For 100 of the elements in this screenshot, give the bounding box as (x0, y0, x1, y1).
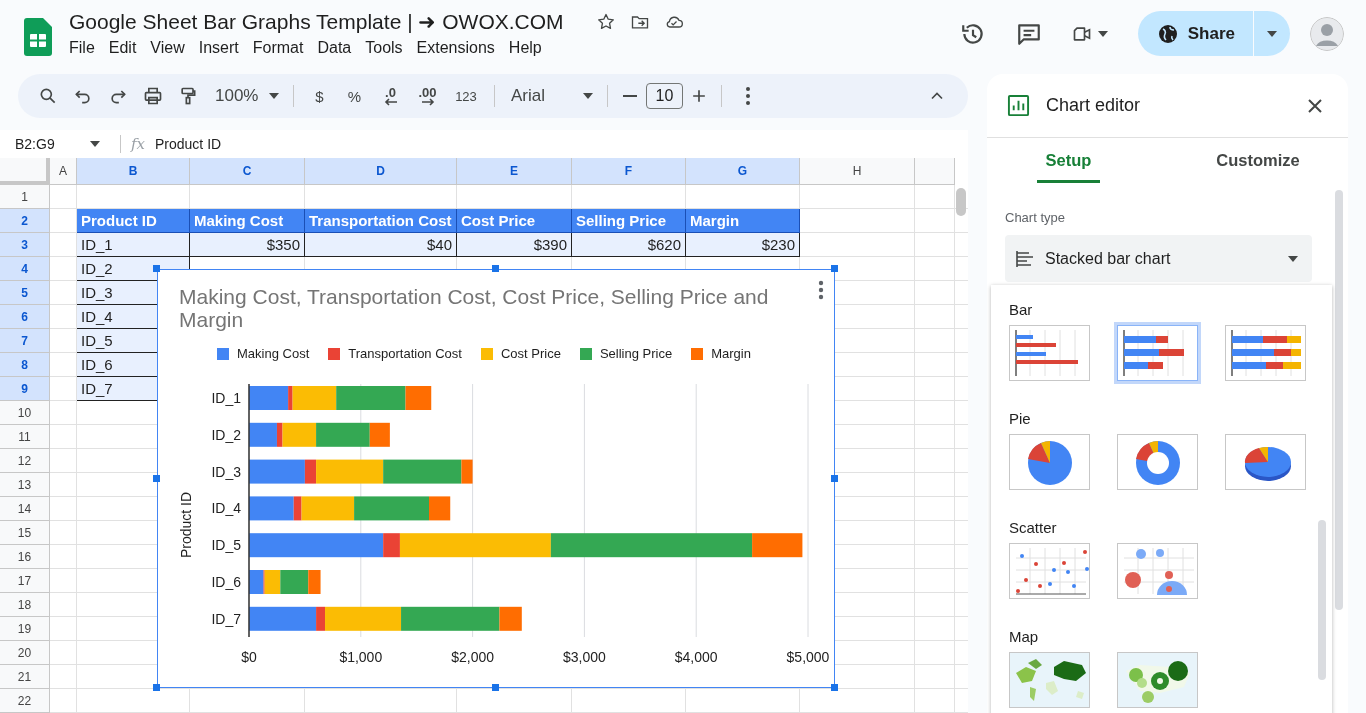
row-number[interactable]: 14 (0, 497, 50, 521)
legend-label: Cost Price (500, 346, 561, 361)
category-label: ID_5 (211, 537, 241, 554)
tab[interactable]: Setup (1037, 138, 1100, 183)
row-number[interactable]: 18 (0, 593, 50, 617)
category-label: ID_6 (211, 574, 241, 590)
legend-label: Margin (711, 346, 751, 361)
menu-item[interactable]: Extensions (409, 37, 502, 59)
resize-handle[interactable] (153, 265, 160, 272)
resize-handle[interactable] (153, 684, 160, 691)
menu-item[interactable]: View (143, 37, 192, 59)
row-number[interactable]: 13 (0, 473, 50, 497)
chart[interactable] (157, 269, 835, 688)
row-number[interactable]: 3 (0, 233, 50, 257)
row-number[interactable]: 10 (0, 401, 50, 425)
chart-type-option[interactable] (1117, 325, 1198, 381)
category-label: ID_7 (211, 610, 241, 627)
font-dropdown[interactable]: Arial (503, 80, 599, 112)
column-header[interactable]: D (305, 158, 457, 185)
menu-item[interactable]: File (62, 37, 102, 59)
zoom-dropdown[interactable]: 100% (205, 80, 285, 112)
resize-handle[interactable] (492, 265, 499, 272)
column-header[interactable]: G (686, 158, 800, 185)
row-number[interactable]: 7 (0, 329, 50, 353)
row-number[interactable]: 11 (0, 425, 50, 449)
menu-item[interactable]: Insert (191, 37, 246, 59)
scrollbar-thumb[interactable] (1335, 190, 1343, 610)
row-number[interactable]: 12 (0, 449, 50, 473)
caret-icon (583, 93, 593, 99)
font-size-field[interactable]: 10 (646, 83, 683, 109)
chart-type-option[interactable] (1009, 434, 1090, 490)
table-cell: $390 (457, 233, 572, 257)
caret-icon (269, 93, 279, 99)
axis-title: Product ID (178, 491, 194, 559)
increase-decimal-button[interactable]: .00 (409, 80, 446, 112)
row-number[interactable]: 20 (0, 641, 50, 665)
scrollbar-thumb[interactable] (1318, 520, 1326, 680)
row-number[interactable]: 8 (0, 353, 50, 377)
tick-label: $2,000 (451, 649, 494, 665)
row-number[interactable]: 19 (0, 617, 50, 641)
resize-handle[interactable] (153, 475, 160, 482)
chart-type-option[interactable] (1117, 434, 1198, 490)
chart-type-option[interactable] (1009, 325, 1090, 381)
row-number[interactable]: 1 (0, 185, 50, 209)
column-header[interactable]: A (50, 158, 77, 185)
chart-type-option[interactable] (1117, 543, 1198, 599)
table-cell: ID_1 (77, 233, 190, 257)
table-header-cell: Product ID (77, 209, 190, 233)
menu-item[interactable]: Help (501, 37, 549, 59)
resize-handle[interactable] (492, 684, 499, 691)
more-formats-button[interactable]: 123 (446, 80, 486, 112)
column-header[interactable]: E (457, 158, 572, 185)
menu-item[interactable]: Edit (101, 37, 144, 59)
avatar[interactable] (1310, 16, 1344, 51)
column-header[interactable]: F (572, 158, 686, 185)
tick-label: $1,000 (339, 649, 383, 665)
legend-label: Making Cost (237, 346, 310, 361)
formula-input[interactable]: Product ID (155, 136, 222, 152)
menu-item[interactable]: Format (245, 37, 311, 59)
caret-icon (1267, 30, 1277, 37)
column-header[interactable]: C (190, 158, 305, 185)
row-number[interactable]: 4 (0, 257, 50, 281)
row-number[interactable]: 6 (0, 305, 50, 329)
chart-type-option[interactable] (1117, 652, 1198, 708)
row-number[interactable]: 22 (0, 689, 50, 713)
document-title[interactable]: Google Sheet Bar Graphs Template | ➜ OWOX.COM (69, 10, 564, 34)
decrease-decimal-button[interactable]: .0 (372, 80, 409, 112)
bar-chart-icon (1007, 94, 1030, 117)
row-number[interactable]: 16 (0, 545, 50, 569)
resize-handle[interactable] (831, 684, 838, 691)
chart-type-dropdown[interactable]: Stacked bar chart (1005, 235, 1312, 282)
menu-item[interactable]: Data (310, 37, 359, 59)
chart-type-option[interactable] (1009, 543, 1090, 599)
sheets-logo[interactable] (24, 18, 52, 56)
row-number[interactable]: 9 (0, 377, 50, 401)
group-label: Map (1009, 628, 1040, 645)
name-box[interactable]: B2:G9 (0, 132, 108, 156)
row-number[interactable]: 5 (0, 281, 50, 305)
column-header[interactable]: B (77, 158, 190, 185)
map-chart-icon (1010, 653, 1089, 707)
resize-handle[interactable] (831, 265, 838, 272)
percent-button[interactable]: % (337, 80, 372, 112)
arrow-right-icon (420, 97, 435, 106)
group-label: Scatter (1009, 519, 1058, 536)
row-number[interactable]: 2 (0, 209, 50, 233)
menu-item[interactable]: Tools (358, 37, 410, 59)
chart-type-option[interactable] (1009, 652, 1090, 708)
row-number[interactable]: 17 (0, 569, 50, 593)
scrollbar-thumb[interactable] (956, 188, 966, 216)
resize-handle[interactable] (831, 475, 838, 482)
row-number[interactable]: 21 (0, 665, 50, 689)
legend-label: Selling Price (599, 346, 673, 361)
tab[interactable]: Customize (1208, 138, 1308, 183)
printer-icon (142, 86, 163, 106)
more-options-icon[interactable] (818, 280, 824, 300)
column-header[interactable]: H (800, 158, 915, 185)
currency-button[interactable]: $ (302, 80, 337, 112)
chart-type-option[interactable] (1225, 434, 1306, 490)
row-number[interactable]: 15 (0, 521, 50, 545)
chart-type-option[interactable] (1225, 325, 1306, 381)
